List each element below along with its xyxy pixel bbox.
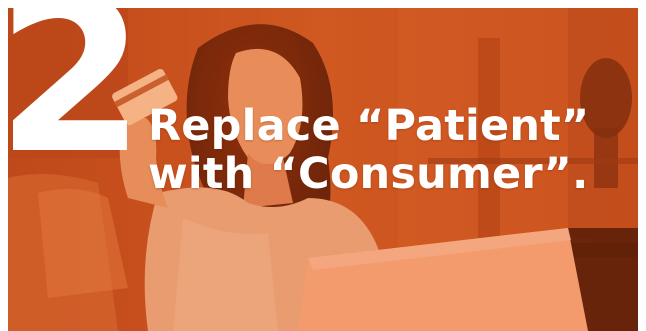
headline: Replace “Patient” with “Consumer”. [148, 102, 618, 198]
step-number: 2 [8, 8, 146, 201]
hero-slide: 2 Replace “Patient” with “Consumer”. [8, 8, 638, 331]
headline-line-2: with “Consumer”. [148, 149, 589, 199]
headline-line-1: Replace “Patient” [148, 101, 590, 151]
